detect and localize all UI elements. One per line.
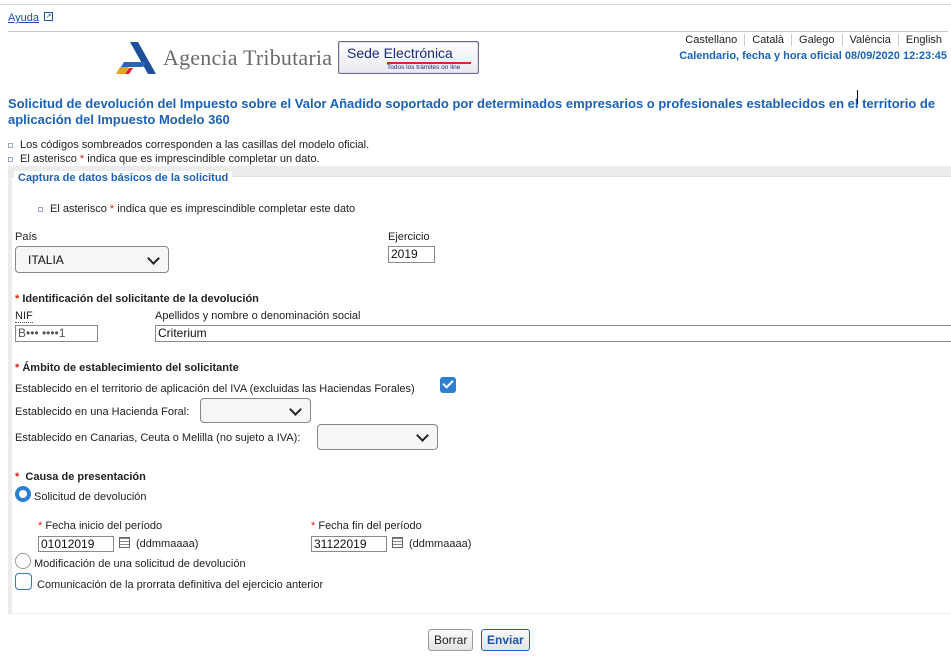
canarias-select[interactable] <box>317 424 438 450</box>
chevron-down-icon <box>147 252 160 265</box>
pais-value: ITALIA <box>28 253 64 267</box>
chevron-down-icon <box>416 429 429 442</box>
ejercicio-input[interactable]: 2019 <box>388 246 435 263</box>
required-star: * <box>15 293 20 305</box>
ident-section-title: * Identificación del solicitante de la d… <box>15 293 259 305</box>
nif-input[interactable]: B••• ••••1 <box>15 325 98 342</box>
lang-valencia[interactable]: València <box>841 34 898 46</box>
official-calendar-link[interactable]: Calendario, fecha y hora oficial 08/09/2… <box>679 50 947 62</box>
lang-catala[interactable]: Català <box>744 34 791 46</box>
ambito-title-text: Ámbito de establecimiento del solicitant… <box>22 362 239 374</box>
required-star: * <box>311 520 316 532</box>
nif-label: NIF <box>15 310 33 323</box>
calendar-icon[interactable] <box>392 537 403 548</box>
fecha-inicio-label-text: Fecha inicio del período <box>45 520 163 532</box>
solicitud-label: Solicitud de devolución <box>34 491 147 503</box>
lang-castellano[interactable]: Castellano <box>678 34 744 46</box>
fecha-fin-label: * Fecha fin del período <box>311 520 422 532</box>
ambito-canarias-label: Establecido en Canarias, Ceuta o Melilla… <box>15 432 301 444</box>
lang-galego[interactable]: Galego <box>791 34 841 46</box>
note-asterisk: El asterisco * indica que es imprescindi… <box>8 153 320 165</box>
page-title: Solicitud de devolución del Impuesto sob… <box>8 96 936 127</box>
ident-title-text: Identificación del solicitante de la dev… <box>22 293 259 305</box>
note-asterisk-pre: El asterisco <box>20 153 80 165</box>
enviar-button[interactable]: Enviar <box>481 629 530 651</box>
required-star: * <box>15 471 20 483</box>
asterisk-note-pre: El asterisco <box>50 203 110 215</box>
borrar-button[interactable]: Borrar <box>428 629 474 651</box>
ambito-iva-checkbox[interactable] <box>440 377 456 393</box>
required-star: * <box>38 520 43 532</box>
lang-english[interactable]: English <box>897 34 949 46</box>
solicitud-radio[interactable] <box>15 486 31 502</box>
header-divider <box>8 31 948 32</box>
nombre-label: Apellidos y nombre o denominación social <box>155 310 361 322</box>
modificacion-radio[interactable] <box>15 553 31 569</box>
asterisk-note-post: indica que es imprescindible completar e… <box>114 203 356 215</box>
fecha-fin-input[interactable]: 31122019 <box>311 536 387 552</box>
text-cursor-icon <box>857 90 860 104</box>
ambito-foral-label: Establecido en una Hacienda Foral: <box>15 406 190 418</box>
required-star: * <box>15 362 20 374</box>
note-codes: Los códigos sombreados corresponden a la… <box>8 139 369 151</box>
nombre-input[interactable]: Criterium <box>155 325 951 342</box>
bullet-icon <box>8 142 13 148</box>
prorrata-label: Comunicación de la prorrata definitiva d… <box>37 579 324 591</box>
asterisk-note: El asterisco * indica que es imprescindi… <box>38 203 355 215</box>
causa-title-text: Causa de presentación <box>25 471 146 483</box>
ambito-section-title: * Ámbito de establecimiento del solicita… <box>15 362 239 374</box>
fecha-fin-format: (ddmmaaaa) <box>409 538 472 550</box>
calendar-icon[interactable] <box>119 537 130 548</box>
fecha-inicio-input[interactable]: 01012019 <box>38 536 114 552</box>
note-asterisk-post: indica que es imprescindible completar u… <box>84 153 320 165</box>
pais-label: País <box>15 231 38 243</box>
note-codes-text: Los códigos sombreados corresponden a la… <box>20 139 370 151</box>
fecha-fin-label-text: Fecha fin del período <box>318 520 422 532</box>
sede-title: Sede Electrónica <box>347 45 453 61</box>
external-link-icon[interactable]: ↗ <box>44 12 53 21</box>
help-link[interactable]: Ayuda <box>8 12 39 24</box>
bullet-icon <box>38 206 43 212</box>
causa-section-title: * Causa de presentación <box>15 471 146 483</box>
bullet-icon <box>8 156 13 162</box>
sede-electronica-logo[interactable]: Sede Electrónica Todos los trámites on l… <box>338 41 479 74</box>
prorrata-checkbox[interactable] <box>15 573 32 590</box>
agencia-tributaria-logo-icon <box>116 42 156 74</box>
hacienda-foral-select[interactable] <box>200 398 311 423</box>
sede-subtitle: Todos los trámites on line <box>387 64 461 71</box>
modificacion-label: Modificación de una solicitud de devoluc… <box>34 558 246 570</box>
top-divider <box>0 4 951 5</box>
pais-select[interactable]: ITALIA <box>15 246 169 273</box>
fecha-inicio-label: * Fecha inicio del período <box>38 520 162 532</box>
ejercicio-label: Ejercicio <box>388 231 430 243</box>
fecha-inicio-format: (ddmmaaaa) <box>136 538 199 550</box>
language-selector: Castellano Català Galego València Englis… <box>678 34 949 46</box>
chevron-down-icon <box>289 403 302 416</box>
fieldset-legend: Captura de datos básicos de la solicitud <box>14 171 233 185</box>
agency-name: Agencia Tributaria <box>163 45 333 70</box>
ambito-iva-label: Establecido en el territorio de aplicaci… <box>15 383 415 395</box>
